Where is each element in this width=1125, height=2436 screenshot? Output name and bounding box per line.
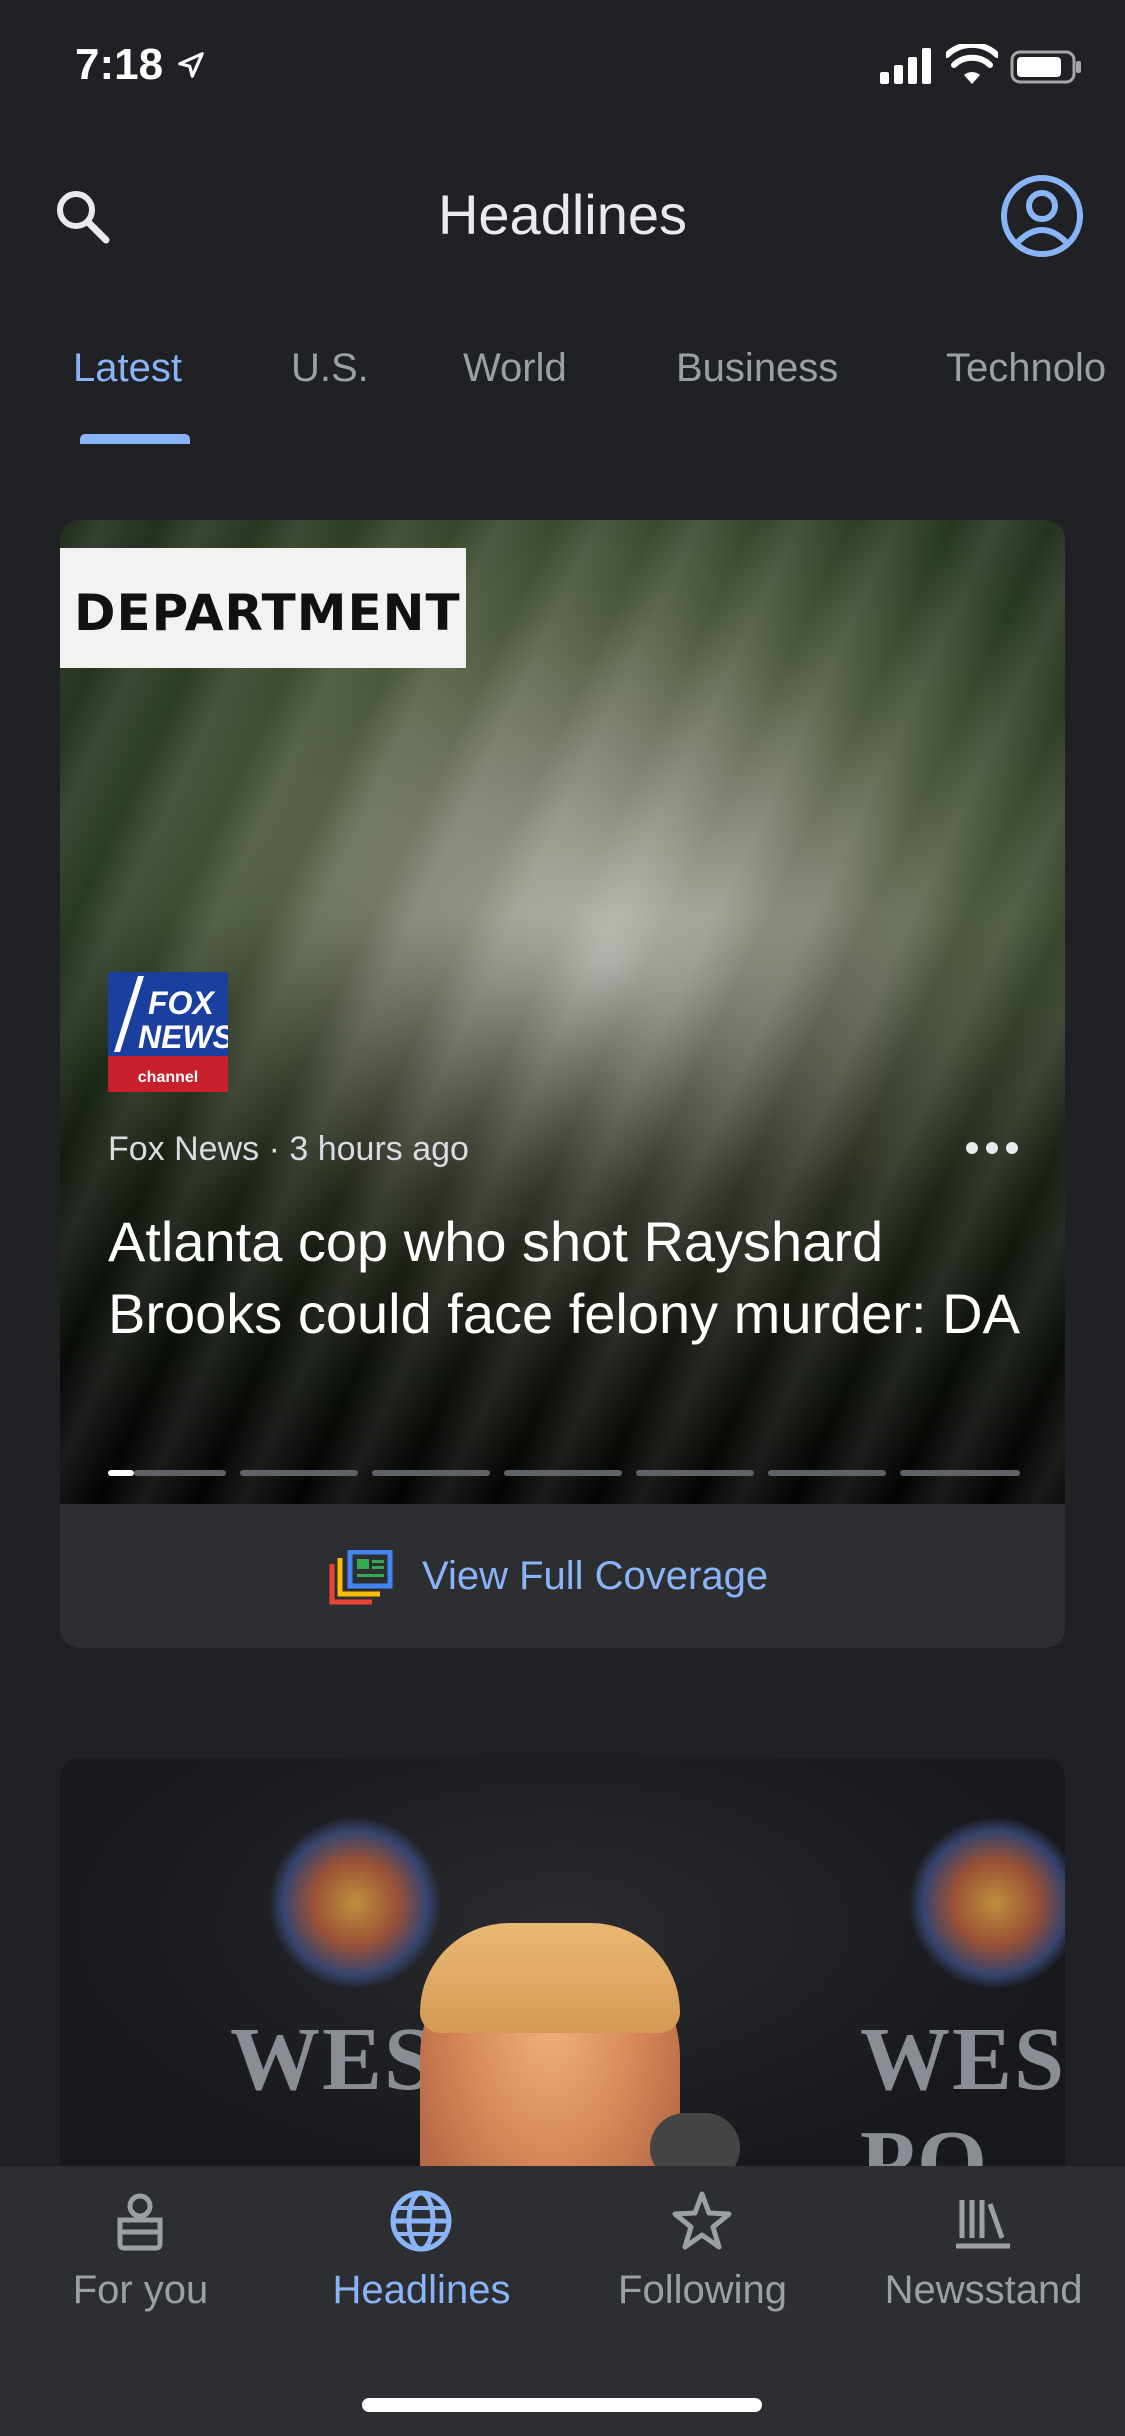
nav-following[interactable]: Following [562, 2166, 843, 2326]
page-title: Headlines [437, 183, 688, 246]
logo-channel-text: channel [138, 1069, 198, 1086]
progress-segment [240, 1470, 358, 1476]
tab-latest[interactable]: Latest [73, 346, 182, 391]
battery-icon [1010, 50, 1081, 84]
view-full-coverage-button[interactable]: View Full Coverage [60, 1504, 1065, 1648]
section-tabs: Latest U.S. World Business Technolo [0, 340, 1125, 450]
emblem-image [910, 1818, 1065, 1988]
wifi-icon [946, 44, 998, 84]
tab-business[interactable]: Business [676, 346, 838, 391]
more-options-icon[interactable] [966, 1138, 1018, 1158]
story-progress [108, 1470, 1020, 1476]
story-card[interactable]: DEPARTMENT FOX NEWS channel Fox News · 3… [60, 520, 1065, 1648]
active-tab-indicator [80, 434, 190, 444]
progress-segment [768, 1470, 886, 1476]
backdrop-text: WEST PO [860, 2010, 1065, 2178]
tab-technology[interactable]: Technolo [946, 346, 1106, 391]
progress-segment [900, 1470, 1020, 1476]
tab-us[interactable]: U.S. [291, 346, 369, 391]
fox-news-logo: FOX NEWS channel [108, 972, 228, 1092]
bottom-navigation: For you Headlines Following Newsstand [0, 2166, 1125, 2436]
status-bar: 7:18 [0, 0, 1125, 132]
progress-segment [636, 1470, 754, 1476]
full-coverage-icon [329, 1550, 393, 1605]
view-full-coverage-label: View Full Coverage [422, 1554, 769, 1598]
nav-newsstand-label: Newsstand [884, 2268, 1083, 2312]
progress-segment [504, 1470, 622, 1476]
story-headline[interactable]: Atlanta cop who shot Rayshard Brooks cou… [108, 1206, 1028, 1350]
nav-for-you[interactable]: For you [0, 2166, 281, 2326]
emblem-image [270, 1818, 440, 1988]
account-icon[interactable] [998, 172, 1086, 260]
for-you-icon [117, 2193, 163, 2251]
story-card-2[interactable]: WEST PO WEST PO [60, 1758, 1065, 2178]
tab-world[interactable]: World [463, 346, 567, 391]
progress-segment [134, 1470, 226, 1476]
progress-segment [372, 1470, 490, 1476]
logo-news-text: NEWS [138, 1019, 228, 1055]
nav-for-you-label: For you [72, 2268, 209, 2312]
nav-following-label: Following [618, 2268, 787, 2312]
image-sign-text: DEPARTMENT [74, 584, 461, 642]
nav-headlines[interactable]: Headlines [281, 2166, 562, 2326]
star-icon [672, 2191, 732, 2250]
newsstand-icon [956, 2200, 1010, 2249]
logo-fox-text: FOX [148, 985, 215, 1021]
cellular-signal-icon [880, 48, 931, 84]
status-time: 7:18 [75, 40, 164, 89]
progress-current [108, 1470, 134, 1476]
nav-headlines-label: Headlines [332, 2268, 511, 2312]
story-image[interactable]: DEPARTMENT FOX NEWS channel Fox News · 3… [60, 520, 1065, 1504]
location-arrow-icon [178, 52, 204, 78]
image-sign: DEPARTMENT [60, 548, 466, 668]
home-indicator[interactable] [362, 2398, 762, 2412]
globe-icon [390, 2190, 452, 2252]
nav-newsstand[interactable]: Newsstand [843, 2166, 1124, 2326]
story-source-time: Fox News · 3 hours ago [108, 1130, 469, 1168]
